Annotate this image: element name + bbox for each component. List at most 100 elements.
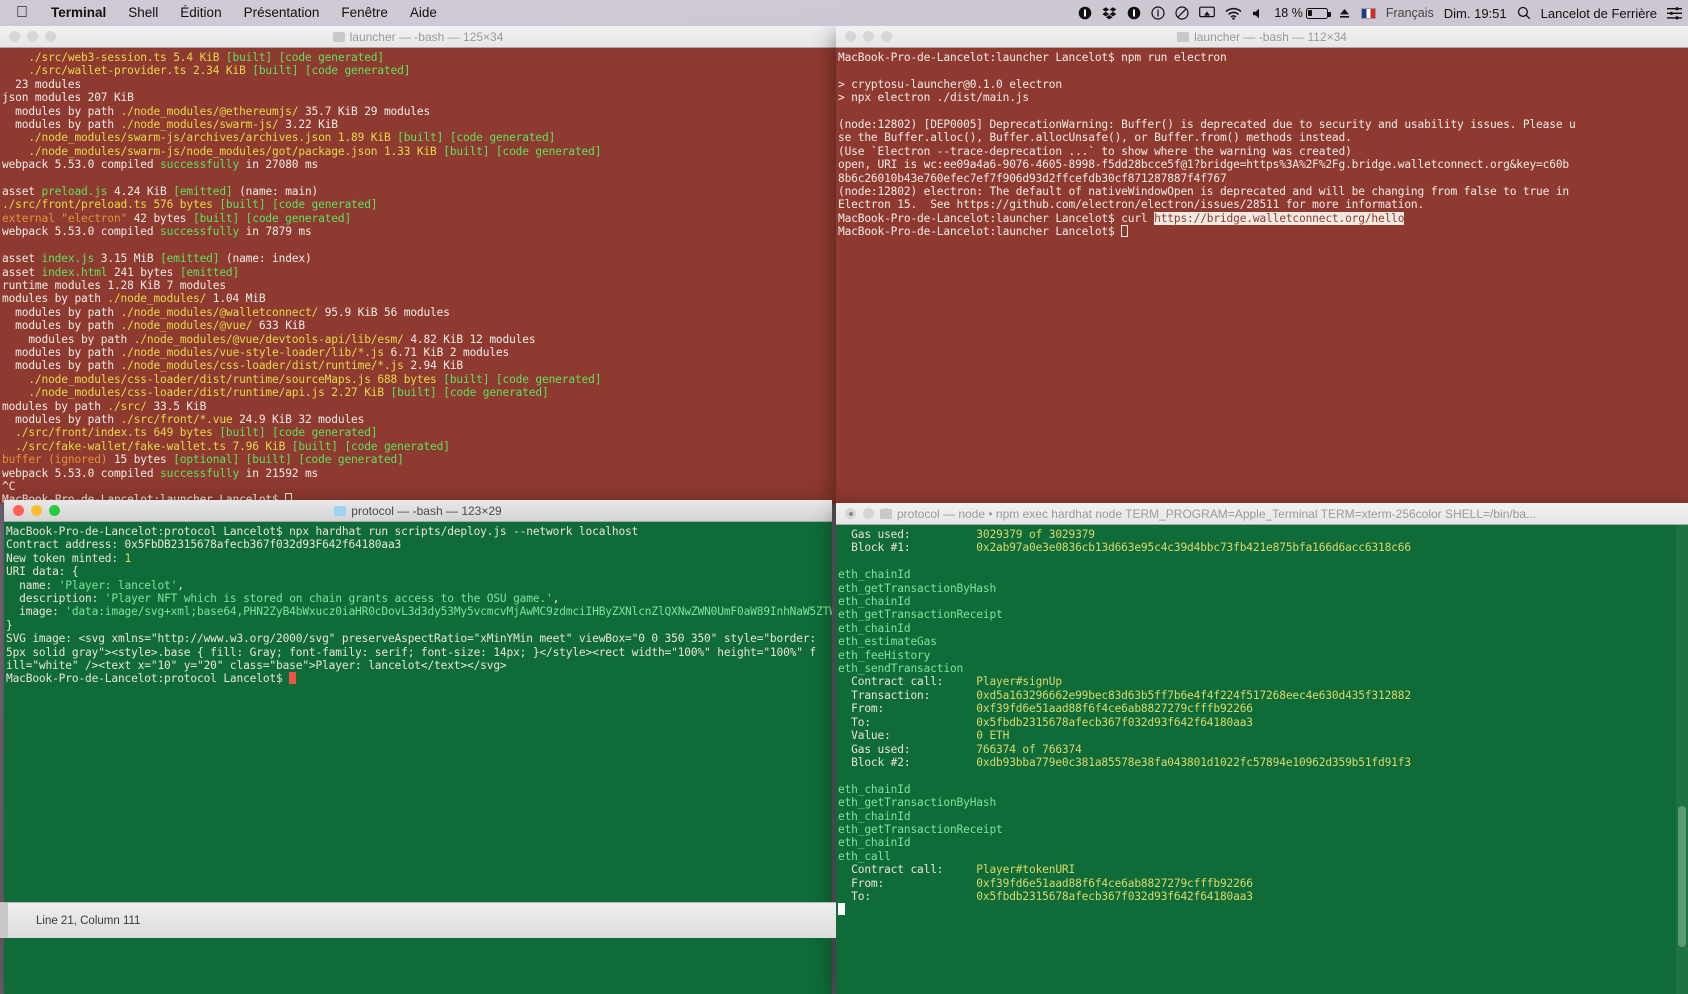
- terminal-cursor: [1121, 225, 1129, 238]
- info-circle-icon[interactable]: [1151, 6, 1165, 20]
- terminal-line: > cryptosu-launcher@0.1.0 electron: [838, 77, 1062, 91]
- window-title-bar[interactable]: protocol — node • npm exec hardhat node …: [836, 503, 1688, 525]
- window-controls[interactable]: [836, 31, 892, 42]
- close-button[interactable]: [845, 508, 856, 519]
- terminal-line: Gas used: 3029379 of 3029379: [838, 528, 1095, 541]
- window-title-bar[interactable]: protocol — -bash — 123×29: [4, 500, 832, 522]
- terminal-line: (Use `Electron --trace-deprecation ...` …: [838, 144, 1352, 158]
- search-icon[interactable]: [1517, 6, 1531, 20]
- terminal-line: modules by path ./src/ 33.5 KiB: [2, 399, 207, 413]
- minimize-button[interactable]: [27, 31, 38, 42]
- terminal-line: Block #1: 0x2ab97a0e3e0836cb13d663e95c4c…: [838, 541, 1411, 555]
- terminal-line: [838, 903, 1686, 916]
- text-editor-status-bar: Line 21, Column 111: [0, 902, 836, 938]
- close-button[interactable]: [845, 31, 856, 42]
- terminal-line: ./node_modules/swarm-js/archives/archive…: [2, 131, 556, 145]
- window-title-text: launcher — -bash — 125×34: [349, 29, 504, 44]
- terminal-line: ./src/wallet-provider.ts 2.34 KiB [built…: [2, 64, 411, 78]
- menu-bar-app-menus:  Terminal Shell Édition Présentation Fe…: [8, 0, 448, 26]
- battery-status[interactable]: 18 %: [1274, 6, 1331, 20]
- terminal-line: runtime modules 1.28 KiB 7 modules: [2, 278, 226, 292]
- maximize-button[interactable]: [45, 31, 56, 42]
- maximize-button[interactable]: [49, 505, 60, 516]
- current-user-label[interactable]: Lancelot de Ferrière: [1541, 6, 1657, 21]
- menu-item-presentation[interactable]: Présentation: [233, 0, 331, 26]
- minimize-button[interactable]: [863, 31, 874, 42]
- terminal-window-node[interactable]: protocol — node • npm exec hardhat node …: [836, 503, 1688, 994]
- terminal-line: asset index.html 241 bytes [emitted]: [2, 265, 240, 279]
- do-not-disturb-icon[interactable]: [1175, 6, 1189, 20]
- terminal-line: ./src/front/index.ts 649 bytes [built] […: [2, 426, 378, 440]
- menu-item-aide[interactable]: Aide: [399, 0, 448, 26]
- window-controls[interactable]: [836, 508, 892, 519]
- volume-icon[interactable]: [1252, 7, 1264, 20]
- apple-logo-icon[interactable]: : [8, 3, 40, 23]
- window-title: protocol — node • npm exec hardhat node …: [836, 507, 1688, 521]
- wifi-icon[interactable]: [1225, 7, 1242, 20]
- terminal-line: modules by path ./node_modules/swarm-js/…: [2, 118, 338, 132]
- terminal-line: buffer (ignored) 15 bytes [optional] [bu…: [2, 453, 404, 467]
- window-title-bar[interactable]: launcher — -bash — 125×34: [0, 26, 836, 48]
- terminal-line: MacBook-Pro-de-Lancelot:launcher Lancelo…: [838, 51, 1227, 64]
- window-title-text: protocol — node • npm exec hardhat node …: [897, 506, 1537, 521]
- bitwarden-icon[interactable]: [1127, 6, 1141, 20]
- maximize-button[interactable]: [881, 508, 892, 519]
- control-center-icon[interactable]: [1667, 6, 1682, 20]
- window-controls[interactable]: [4, 505, 60, 516]
- dropbox-icon[interactable]: [1102, 6, 1117, 20]
- menu-item-edition[interactable]: Édition: [169, 0, 232, 26]
- terminal-line: 23 modules: [2, 77, 82, 91]
- terminal-output[interactable]: MacBook-Pro-de-Lancelot:launcher Lancelo…: [836, 48, 1688, 504]
- terminal-line: open, URI is wc:ee09a4a6-9076-4605-8998-…: [838, 158, 1569, 172]
- terminal-line: modules by path ./node_modules/@vue/devt…: [2, 332, 536, 346]
- terminal-line: modules by path ./node_modules/ 1.04 MiB: [2, 292, 266, 306]
- menu-bar-clock[interactable]: Dim. 19:51: [1444, 6, 1507, 21]
- terminal-window-launcher-right[interactable]: launcher — -bash — 112×34 MacBook-Pro-de…: [836, 26, 1688, 504]
- window-controls[interactable]: [0, 31, 56, 42]
- vertical-scrollbar[interactable]: [1676, 525, 1688, 994]
- airplay-icon[interactable]: [1199, 6, 1216, 20]
- terminal-output[interactable]: Gas used: 3029379 of 3029379 Block #1: 0…: [836, 525, 1688, 994]
- terminal-line: Transaction: 0xd5a163296662e99bec83d63b5…: [838, 688, 1411, 702]
- terminal-line: 5px solid gray"><style>.base { fill: Gra…: [6, 645, 817, 659]
- terminal-line: modules by path ./node_modules/@ethereum…: [2, 104, 431, 118]
- terminal-line: image: 'data:image/svg+xml;base64,PHN2Zy…: [6, 605, 832, 619]
- folder-icon: [1177, 31, 1190, 42]
- terminal-line: external "electron" 42 bytes [built] [co…: [2, 211, 352, 225]
- minimize-button[interactable]: [31, 505, 42, 516]
- terminal-line: eth_getTransactionByHash: [838, 581, 997, 595]
- terminal-line: asset index.js 3.15 MiB [emitted] (name:…: [2, 252, 312, 266]
- eject-icon[interactable]: [1338, 7, 1351, 20]
- input-language-label[interactable]: Français: [1386, 6, 1434, 20]
- window-title-bar[interactable]: launcher — -bash — 112×34: [836, 26, 1688, 48]
- close-button[interactable]: [13, 505, 24, 516]
- terminal-cursor: [289, 672, 297, 685]
- maximize-button[interactable]: [881, 31, 892, 42]
- terminal-line: Contract address: 0x5FbDB2315678afecb367…: [6, 538, 402, 552]
- french-flag-icon: [1360, 7, 1376, 19]
- menu-item-fenetre[interactable]: Fenêtre: [330, 0, 399, 26]
- terminal-line: webpack 5.53.0 compiled successfully in …: [2, 466, 319, 480]
- terminal-line: eth_chainId: [838, 809, 911, 823]
- terminal-window-launcher-left[interactable]: launcher — -bash — 125×34 ./src/web3-ses…: [0, 26, 836, 504]
- terminal-line: Value: 0 ETH: [838, 729, 1010, 743]
- terminal-line: name: 'Player: lancelot',: [6, 578, 184, 592]
- terminal-output[interactable]: ./src/web3-session.ts 5.4 KiB [built] [c…: [0, 48, 836, 504]
- terminal-line: eth_estimateGas: [838, 635, 937, 649]
- terminal-line: webpack 5.53.0 compiled successfully in …: [2, 158, 319, 172]
- terminal-line: ./src/fake-wallet/fake-wallet.ts 7.96 Ki…: [2, 439, 450, 453]
- terminal-line: New token minted: 1: [6, 551, 132, 565]
- terminal-line: modules by path ./node_modules/css-loade…: [2, 359, 464, 373]
- folder-icon: [332, 31, 345, 42]
- terminal-line: eth_chainId: [838, 595, 911, 609]
- terminal-line: }: [6, 618, 13, 632]
- close-button[interactable]: [9, 31, 20, 42]
- terminal-line: ./node_modules/swarm-js/node_modules/got…: [2, 144, 602, 158]
- minimize-button[interactable]: [863, 508, 874, 519]
- terminal-line: se the Buffer.alloc(), Buffer.allocUnsaf…: [838, 131, 1352, 145]
- menu-item-shell[interactable]: Shell: [117, 0, 169, 26]
- onepassword-icon[interactable]: [1078, 6, 1092, 20]
- menu-item-terminal[interactable]: Terminal: [40, 0, 117, 26]
